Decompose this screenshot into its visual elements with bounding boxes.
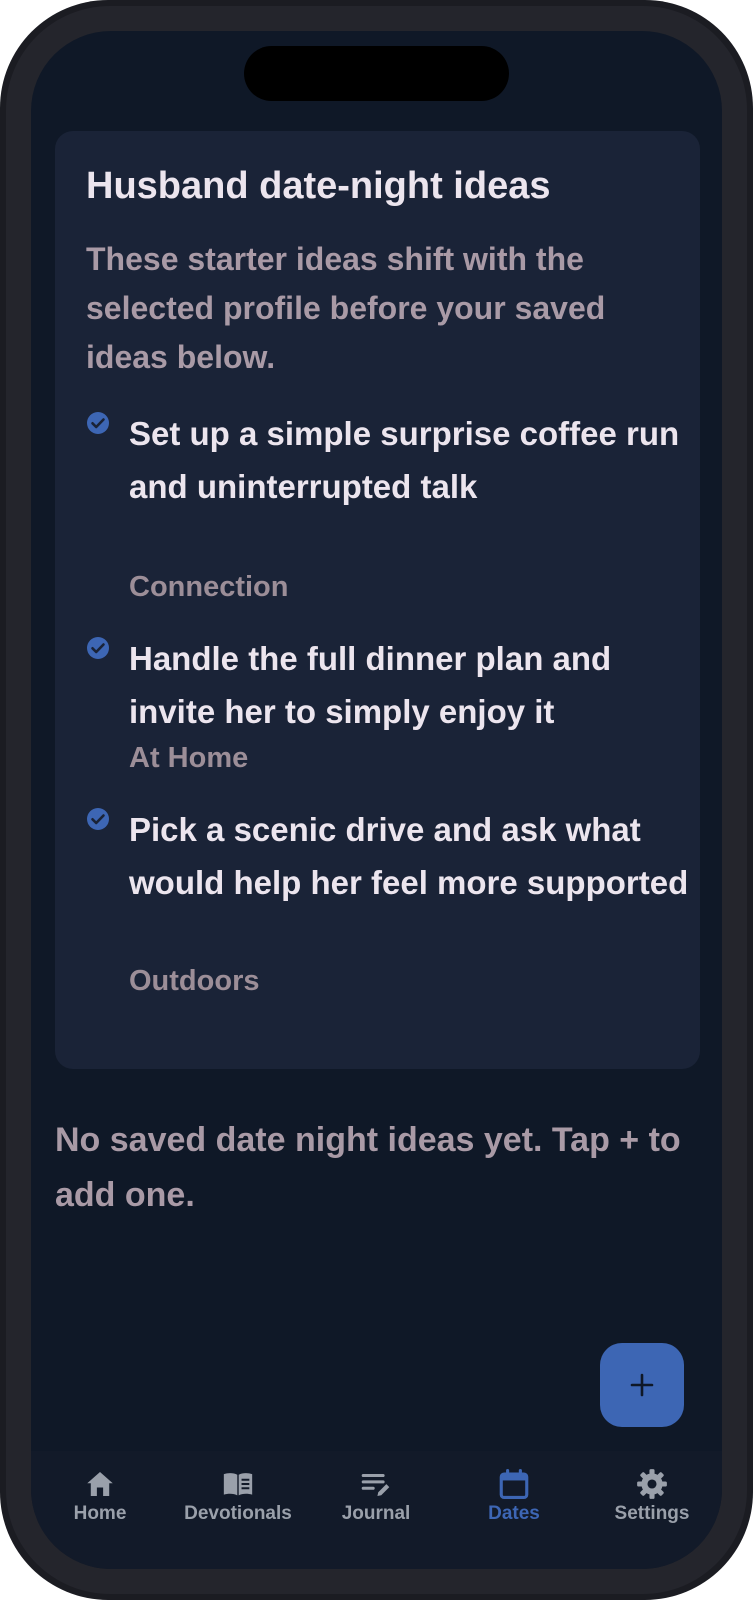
idea-category: Connection <box>129 571 289 603</box>
nav-item-dates[interactable]: Dates <box>445 1451 583 1551</box>
bottom-navigation: Home Devotionals Journal Dates Settings <box>31 1451 722 1569</box>
dynamic-island <box>244 46 509 101</box>
plus-icon <box>630 1373 654 1397</box>
phone-device: Husband date-night ideas These starter i… <box>0 0 753 1600</box>
check-circle-icon <box>87 637 109 659</box>
empty-state-message: No saved date night ideas yet. Tap + to … <box>55 1121 681 1214</box>
idea-title: Pick a scenic drive and ask what would h… <box>129 811 689 901</box>
suggested-ideas-card: Husband date-night ideas These starter i… <box>55 131 700 1069</box>
add-idea-button[interactable] <box>600 1343 684 1427</box>
check-circle-icon <box>87 808 109 830</box>
app-screen: Husband date-night ideas These starter i… <box>31 31 722 1569</box>
calendar-icon <box>499 1468 529 1500</box>
nav-label-devotionals: Devotionals <box>184 1503 292 1524</box>
card-title: Husband date-night ideas <box>86 165 551 207</box>
nav-label-journal: Journal <box>341 1503 411 1524</box>
book-icon <box>223 1473 253 1496</box>
idea-category: Outdoors <box>129 965 260 997</box>
idea-title: Handle the full dinner plan and invite h… <box>129 640 612 730</box>
nav-item-home[interactable]: Home <box>31 1451 169 1551</box>
card-subtitle: These starter ideas shift with the selec… <box>86 241 606 375</box>
nav-label-dates: Dates <box>488 1503 540 1524</box>
nav-item-devotionals[interactable]: Devotionals <box>169 1451 307 1551</box>
nav-label-settings: Settings <box>614 1503 690 1524</box>
journal-edit-icon <box>361 1473 390 1497</box>
home-icon <box>87 1471 113 1497</box>
nav-item-settings[interactable]: Settings <box>583 1451 721 1551</box>
nav-label-home: Home <box>73 1503 127 1524</box>
idea-title: Set up a simple surprise coffee run and … <box>129 415 680 505</box>
nav-item-journal[interactable]: Journal <box>307 1451 445 1551</box>
gear-icon <box>637 1469 667 1499</box>
idea-category: At Home <box>129 742 249 774</box>
check-circle-icon <box>87 412 109 434</box>
